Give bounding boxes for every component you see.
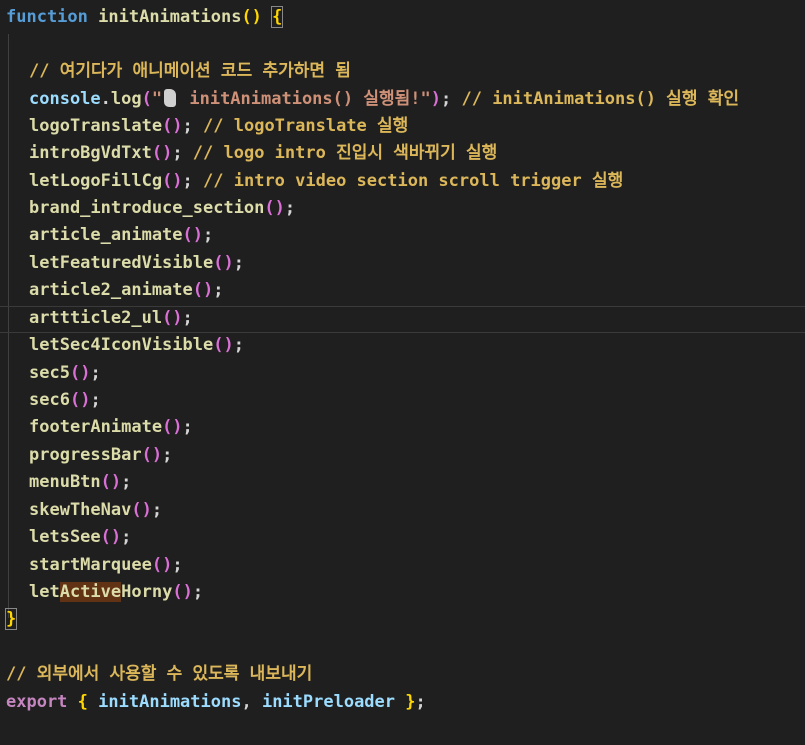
export-item: initAnimations — [98, 692, 242, 712]
code-line[interactable]: brand_introduce_section(); — [0, 195, 805, 222]
open-brace: { — [271, 6, 284, 28]
comment: // intro video section scroll trigger 실행 — [203, 171, 624, 191]
paren: ( — [141, 89, 152, 109]
function-call: skewTheNav — [29, 500, 132, 520]
close-brace: } — [4, 608, 18, 630]
function-call: arttticle2_ul — [29, 308, 163, 328]
string-literal-body: initAnimations() 실행됨!" — [179, 89, 431, 109]
function-call: letSec4IconVisible — [29, 335, 214, 355]
console-object: console — [29, 89, 101, 109]
paren: () — [241, 7, 262, 27]
log-method: log — [110, 89, 142, 109]
export-item: initPreloader — [261, 692, 396, 712]
function-call: article2_animate — [29, 280, 193, 300]
comment: // initAnimations() 실행 확인 — [461, 89, 739, 109]
function-call: logoTranslate — [29, 116, 163, 136]
function-call: progressBar — [29, 445, 142, 465]
function-call: brand_introduce_section — [29, 198, 265, 218]
code-line[interactable]: sec6(); — [0, 387, 805, 414]
keyword-export: export — [6, 692, 68, 712]
code-line[interactable]: startMarquee(); — [0, 552, 805, 579]
code-line[interactable]: sec5(); — [0, 360, 805, 387]
code-line[interactable]: letFeaturedVisible(); — [0, 250, 805, 277]
function-call: letsSee — [29, 527, 101, 547]
code-line[interactable]: // 여기다가 애니메이션 코드 추가하면 됨 — [0, 58, 805, 85]
close-brace: } — [405, 692, 416, 712]
comment: // logo intro 진입시 색바뀌기 실행 — [192, 143, 498, 163]
code-line[interactable]: skewTheNav(); — [0, 497, 805, 524]
comment: // logoTranslate 실행 — [203, 116, 409, 136]
code-line[interactable]: footerAnimate(); — [0, 414, 805, 441]
code-line[interactable]: export { initAnimations, initPreloader }… — [0, 689, 805, 716]
comment: // 여기다가 애니메이션 코드 추가하면 됨 — [29, 61, 351, 81]
function-call: footerAnimate — [29, 417, 163, 437]
code-line[interactable]: letActiveHorny(); — [0, 579, 805, 606]
function-call: article_animate — [29, 225, 183, 245]
function-call: sec5 — [29, 363, 70, 383]
keyword-function: function — [6, 7, 88, 27]
function-call: letFeaturedVisible — [29, 253, 214, 273]
search-highlight: Active — [59, 582, 122, 602]
function-call: introBgVdTxt — [29, 143, 152, 163]
function-call-part: Horny — [121, 582, 173, 602]
code-line[interactable]: article2_animate(); — [0, 277, 805, 304]
string-literal: " — [151, 89, 163, 109]
code-line[interactable]: progressBar(); — [0, 442, 805, 469]
function-name: initAnimations — [98, 7, 242, 27]
code-line[interactable]: menuBtn(); — [0, 469, 805, 496]
code-line[interactable]: logoTranslate(); // logoTranslate 실행 — [0, 113, 805, 140]
code-line[interactable]: letLogoFillCg(); // intro video section … — [0, 168, 805, 195]
code-line[interactable]: // 외부에서 사용할 수 있도록 내보내기 — [0, 661, 805, 688]
code-line[interactable]: letsSee(); — [0, 524, 805, 551]
emoji-icon — [164, 89, 177, 107]
code-editor[interactable]: function initAnimations() { // 여기다가 애니메이… — [0, 0, 805, 745]
code-line[interactable]: function initAnimations() { — [0, 4, 805, 31]
function-call: menuBtn — [29, 472, 101, 492]
code-line[interactable]: arttticle2_ul(); — [0, 305, 805, 332]
code-line[interactable]: article_animate(); — [0, 222, 805, 249]
function-call-part: let — [29, 582, 60, 602]
paren: ) — [430, 89, 441, 109]
open-brace: { — [77, 692, 88, 712]
function-call: letLogoFillCg — [29, 171, 163, 191]
code-line[interactable]: console.log(" initAnimations() 실행됨!"); /… — [0, 86, 805, 113]
function-call: startMarquee — [29, 555, 152, 575]
comment: // 외부에서 사용할 수 있도록 내보내기 — [6, 664, 313, 684]
code-line[interactable]: } — [0, 606, 805, 633]
code-line[interactable]: introBgVdTxt(); // logo intro 진입시 색바뀌기 실… — [0, 140, 805, 167]
function-call: sec6 — [29, 390, 70, 410]
code-line[interactable]: letSec4IconVisible(); — [0, 332, 805, 359]
